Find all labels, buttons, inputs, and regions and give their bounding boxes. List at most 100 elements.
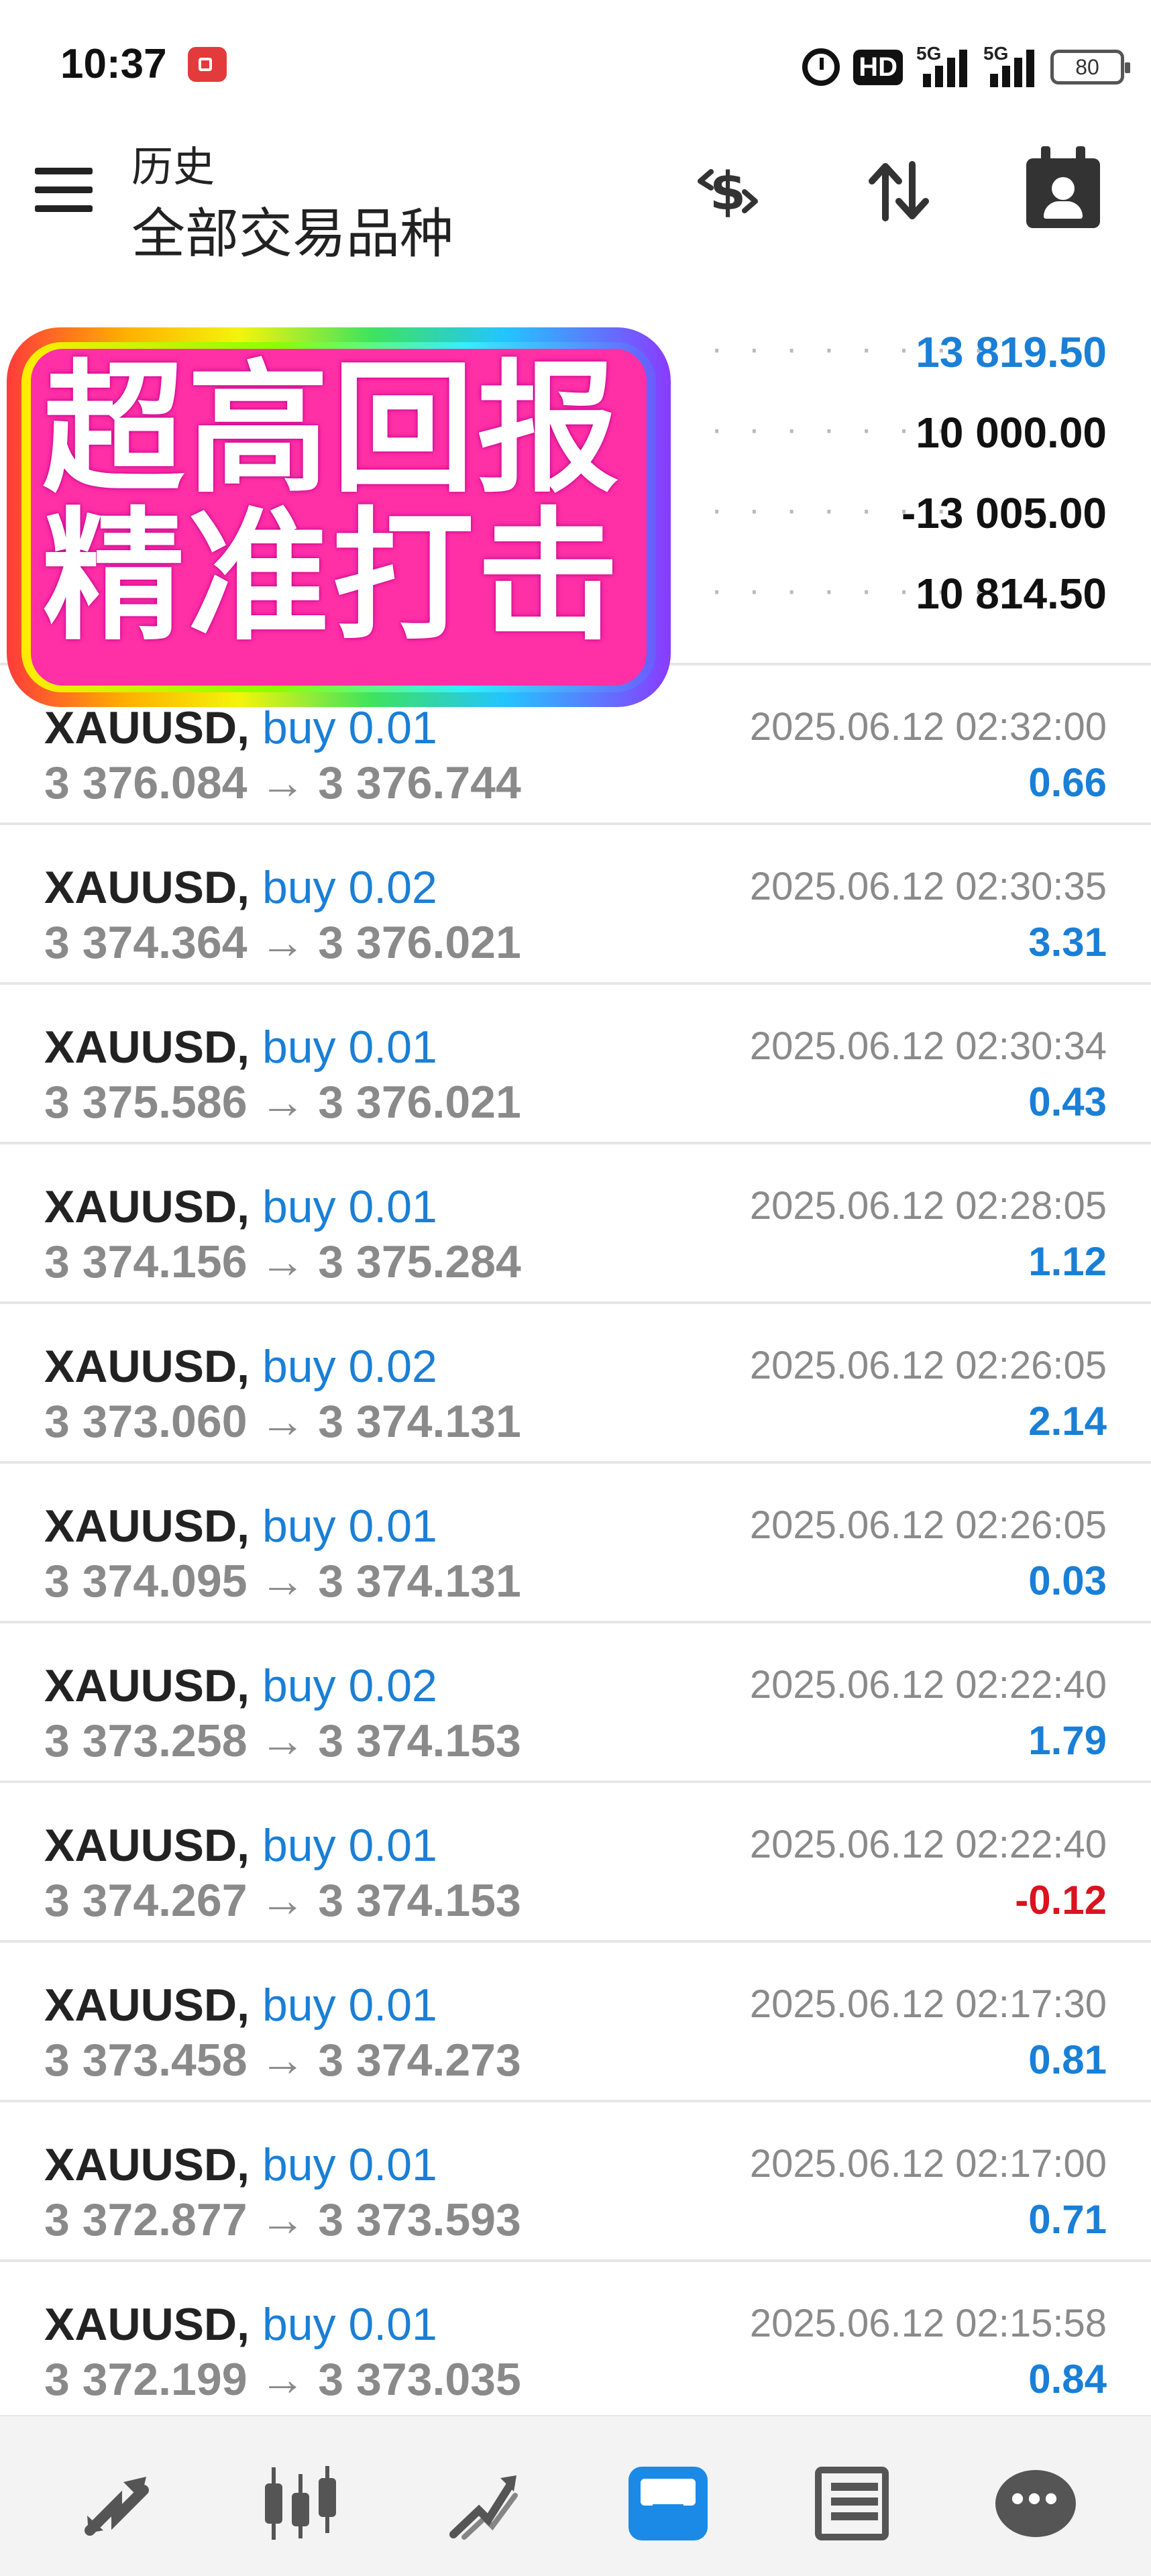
trade-profit: -0.12 (1015, 1878, 1107, 1923)
symbol-text: XAUUSD, (44, 1820, 250, 1871)
trade-symbol: XAUUSD, buy 0.01 (44, 1021, 437, 1073)
trade-datetime: 2025.06.12 02:26:05 (749, 1344, 1107, 1387)
symbol-text: XAUUSD, (44, 1980, 250, 2031)
trade-symbol: XAUUSD, buy 0.01 (44, 1181, 437, 1233)
trade-side: buy 0.02 (262, 1660, 437, 1711)
trade-row[interactable]: XAUUSD, buy 0.01 3 372.199 → 3 373.035 202… (0, 2259, 1151, 2419)
trade-prices: 3 374.156 → 3 375.284 (44, 1236, 521, 1287)
summary-value: 13 819.50 (916, 328, 1107, 376)
trade-prices: 3 376.084 → 3 376.744 (44, 757, 521, 808)
nav-news[interactable] (805, 2457, 899, 2551)
trade-prices: 3 373.258 → 3 374.153 (44, 1715, 521, 1766)
nav-trade[interactable] (437, 2457, 531, 2551)
trade-profit: 0.81 (1028, 2037, 1107, 2082)
nav-messages[interactable] (989, 2457, 1083, 2551)
nav-history[interactable] (621, 2457, 715, 2551)
trade-prices: 3 375.586 → 3 376.021 (44, 1077, 521, 1128)
trade-symbol: XAUUSD, buy 0.01 (44, 1500, 437, 1552)
trade-datetime: 2025.06.12 02:28:05 (749, 1184, 1107, 1228)
trade-prices: 3 372.877 → 3 373.593 (44, 2194, 521, 2245)
promo-line-1: 超高回报 (42, 346, 622, 512)
bottom-navigation (0, 2415, 1151, 2576)
symbol-text: XAUUSD, (44, 2139, 250, 2190)
trade-profit: 1.79 (1028, 1718, 1107, 1763)
trade-prices: 3 374.095 → 3 374.131 (44, 1556, 521, 1607)
svg-text:$: $ (710, 162, 746, 222)
trade-row[interactable]: XAUUSD, buy 0.01 3 375.586 → 3 376.021 202… (0, 982, 1151, 1142)
status-time: 10:37 (60, 41, 167, 87)
trade-datetime: 2025.06.12 02:17:30 (749, 1982, 1107, 2026)
messages-icon (995, 2470, 1076, 2537)
signal-label: 5G (916, 43, 942, 64)
history-icon (628, 2467, 708, 2540)
trade-icon (449, 2475, 518, 2540)
trade-datetime: 2025.06.12 02:26:05 (749, 1503, 1107, 1547)
trade-profit: 0.43 (1028, 1079, 1107, 1124)
trade-row[interactable]: XAUUSD, buy 0.01 3 374.156 → 3 375.284 202… (0, 1142, 1151, 1301)
symbol-text: XAUUSD, (44, 862, 250, 913)
trade-side: buy 0.01 (262, 2139, 437, 2190)
trade-profit: 1.12 (1028, 1239, 1107, 1284)
trade-side: buy 0.01 (262, 2299, 437, 2350)
symbol-text: XAUUSD, (44, 2299, 250, 2350)
promo-line-2: 精准打击 (42, 494, 622, 659)
trade-profit: 0.03 (1028, 1558, 1107, 1603)
symbol-filter[interactable]: 全部交易品种 (131, 191, 453, 268)
trade-prices: 3 372.199 → 3 373.035 (44, 2354, 521, 2405)
signal-label-2: 5G (983, 43, 1009, 64)
trade-row[interactable]: XAUUSD, buy 0.01 3 372.877 → 3 373.593 202… (0, 2100, 1151, 2259)
trade-datetime: 2025.06.12 02:22:40 (749, 1823, 1107, 1866)
status-icons: HD 5G 5G 80 (802, 40, 1130, 94)
trade-row[interactable]: XAUUSD, buy 0.01 3 373.458 → 3 374.273 202… (0, 1940, 1151, 2100)
calendar-icon[interactable] (1026, 146, 1100, 228)
trade-prices: 3 374.364 → 3 376.021 (44, 917, 521, 968)
currency-exchange-icon[interactable]: $ (691, 154, 765, 228)
trade-symbol: XAUUSD, buy 0.01 (44, 702, 437, 754)
trade-profit: 0.66 (1028, 760, 1107, 805)
trade-datetime: 2025.06.12 02:17:00 (749, 2142, 1107, 2186)
trade-profit: 3.31 (1028, 920, 1107, 965)
symbol-text: XAUUSD, (44, 1022, 250, 1073)
trade-side: buy 0.01 (262, 1820, 437, 1871)
trade-datetime: 2025.06.12 02:22:40 (749, 1663, 1107, 1707)
status-bar: 10:37 HD 5G 5G 80 (0, 0, 1151, 114)
trade-datetime: 2025.06.12 02:32:00 (749, 705, 1107, 749)
trade-prices: 3 374.267 → 3 374.153 (44, 1875, 521, 1926)
trade-datetime: 2025.06.12 02:15:58 (749, 2302, 1107, 2345)
trade-symbol: XAUUSD, buy 0.01 (44, 2298, 437, 2351)
nav-chart[interactable] (254, 2457, 347, 2551)
hd-icon: HD (853, 49, 903, 85)
trade-side: buy 0.01 (262, 1022, 437, 1073)
symbol-text: XAUUSD, (44, 1660, 250, 1711)
trade-symbol: XAUUSD, buy 0.02 (44, 861, 437, 914)
alarm-icon (802, 48, 840, 86)
trade-side: buy 0.01 (262, 1980, 437, 2031)
trade-row[interactable]: XAUUSD, buy 0.02 3 374.364 → 3 376.021 202… (0, 822, 1151, 982)
summary-value: -13 005.00 (901, 489, 1107, 537)
quotes-icon (85, 2477, 149, 2536)
summary-value: 10 814.50 (916, 570, 1107, 618)
trade-symbol: XAUUSD, buy 0.01 (44, 2139, 437, 2191)
trade-side: buy 0.02 (262, 1341, 437, 1392)
symbol-text: XAUUSD, (44, 1181, 250, 1232)
trade-datetime: 2025.06.12 02:30:34 (749, 1024, 1107, 1068)
symbol-text: XAUUSD, (44, 1501, 250, 1552)
trade-symbol: XAUUSD, buy 0.01 (44, 1979, 437, 2031)
nav-quotes[interactable] (70, 2457, 164, 2551)
trade-symbol: XAUUSD, buy 0.02 (44, 1340, 437, 1393)
screen-record-icon (188, 47, 227, 82)
trade-side: buy 0.01 (262, 1501, 437, 1552)
menu-icon[interactable] (35, 168, 93, 215)
trade-datetime: 2025.06.12 02:30:35 (749, 865, 1107, 908)
trade-profit: 2.14 (1028, 1399, 1107, 1444)
trade-row[interactable]: XAUUSD, buy 0.01 3 374.095 → 3 374.131 202… (0, 1461, 1151, 1621)
trade-prices: 3 373.060 → 3 374.131 (44, 1396, 521, 1447)
page-title: 历史 (131, 144, 215, 191)
trade-profit: 0.71 (1028, 2197, 1107, 2242)
trade-row[interactable]: XAUUSD, buy 0.02 3 373.060 → 3 374.131 202… (0, 1301, 1151, 1461)
phone-screen: 10:37 HD 5G 5G 80 历史 全部交易品种 $ · · · · · … (0, 0, 1151, 2576)
sort-icon[interactable] (862, 154, 936, 228)
trade-row[interactable]: XAUUSD, buy 0.01 3 374.267 → 3 374.153 202… (0, 1780, 1151, 1940)
trade-row[interactable]: XAUUSD, buy 0.02 3 373.258 → 3 374.153 202… (0, 1621, 1151, 1780)
trade-symbol: XAUUSD, buy 0.01 (44, 1819, 437, 1872)
